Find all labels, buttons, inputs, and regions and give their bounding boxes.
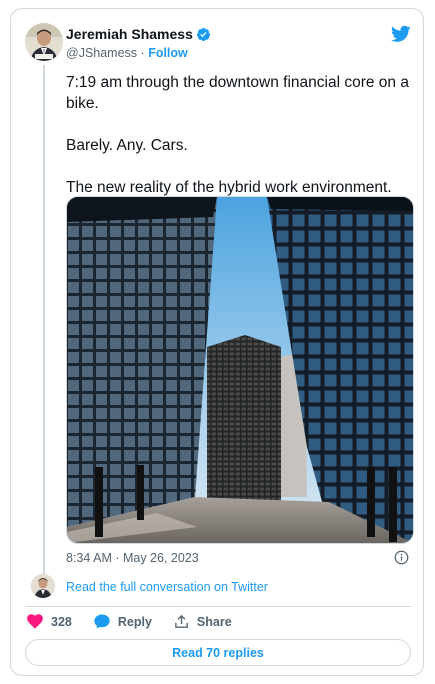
share-button[interactable]: Share: [174, 614, 232, 629]
twitter-bird-icon[interactable]: [390, 25, 411, 43]
action-bar: 328 Reply Share: [27, 614, 254, 629]
divider: [25, 606, 411, 607]
follow-button[interactable]: Follow: [148, 46, 188, 60]
thread-line: [43, 65, 45, 577]
verified-badge-icon: [196, 27, 211, 42]
tweet-photo[interactable]: [66, 196, 414, 544]
reply-button[interactable]: Reply: [94, 614, 152, 629]
author-name-row: Jeremiah Shamess: [66, 26, 211, 42]
author-handle-row: @JShamess · Follow: [66, 46, 188, 60]
tweet-paragraph: 7:19 am through the downtown financial c…: [66, 74, 409, 112]
conversation-avatar[interactable]: [31, 574, 55, 598]
handle-separator: ·: [140, 46, 145, 60]
read-replies-button[interactable]: Read 70 replies: [25, 639, 411, 666]
reply-bubble-icon: [94, 614, 110, 629]
reply-label: Reply: [117, 614, 152, 629]
tweet-paragraph: The new reality of the hybrid work envir…: [66, 179, 392, 196]
like-count: 328: [51, 614, 72, 629]
heart-icon: [27, 614, 43, 629]
author-handle[interactable]: @JShamess: [66, 46, 137, 60]
author-avatar[interactable]: [25, 23, 63, 61]
tweet-paragraph: Barely. Any. Cars.: [66, 137, 188, 154]
author-name[interactable]: Jeremiah Shamess: [66, 26, 193, 42]
read-conversation-link[interactable]: Read the full conversation on Twitter: [66, 580, 268, 594]
tweet-timestamp[interactable]: 8:34 AM · May 26, 2023: [66, 551, 199, 565]
info-icon[interactable]: [394, 550, 409, 565]
share-icon: [175, 614, 188, 628]
tweet-card: Jeremiah Shamess @JShamess · Follow 7:19…: [10, 8, 424, 676]
share-label: Share: [196, 614, 232, 629]
like-button[interactable]: 328: [27, 614, 72, 629]
